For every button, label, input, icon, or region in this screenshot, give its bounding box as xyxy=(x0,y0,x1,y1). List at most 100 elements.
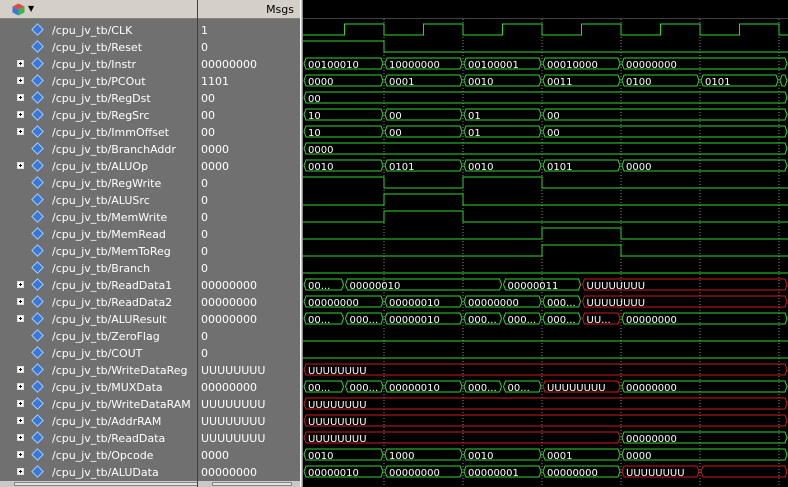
signal-value-row: 1101 xyxy=(198,73,300,90)
bus-segment-label: 0010 xyxy=(468,162,493,173)
expand-plus-icon[interactable] xyxy=(17,162,24,169)
bus-segment-label: 00 xyxy=(547,111,560,122)
signal-diamond-icon xyxy=(31,159,44,172)
signal-value-row: 0 xyxy=(198,192,300,209)
signal-value-row: 00000000 xyxy=(198,311,300,328)
signal-row[interactable]: /cpu_jv_tb/ALUData xyxy=(0,464,197,481)
expand-plus-icon[interactable] xyxy=(17,383,24,390)
expand-plus-icon[interactable] xyxy=(17,298,24,305)
signal-diamond-icon xyxy=(31,210,44,223)
chevron-down-icon[interactable]: ▼ xyxy=(28,4,34,13)
signal-row[interactable]: /cpu_jv_tb/CLK xyxy=(0,22,197,39)
bus-segment-label: 00000010 xyxy=(389,383,440,394)
signal-diamond-icon xyxy=(31,176,44,189)
bus-segment-label: 0010 xyxy=(468,77,493,88)
signal-value-row: 00 xyxy=(198,90,300,107)
bus-segment-label: UUUUUUUU xyxy=(587,298,646,309)
signal-row[interactable]: /cpu_jv_tb/ReadData2 xyxy=(0,294,197,311)
bus-segment-label: 10 xyxy=(308,111,321,122)
signal-value-row: 0 xyxy=(198,243,300,260)
signal-row[interactable]: /cpu_jv_tb/WriteDataReg xyxy=(0,362,197,379)
scrollbar-thumb[interactable] xyxy=(212,482,292,486)
expand-plus-icon[interactable] xyxy=(17,60,24,67)
signal-row[interactable]: /cpu_jv_tb/ALUOp xyxy=(0,158,197,175)
signal-row[interactable]: /cpu_jv_tb/RegWrite xyxy=(0,175,197,192)
expand-plus-icon[interactable] xyxy=(17,111,24,118)
bus-segment-label: 0000 xyxy=(626,451,651,462)
bus-segment xyxy=(542,125,788,138)
bus-segment-label: UUUUUUUU xyxy=(547,383,606,394)
bus-segment-label: 00... xyxy=(308,383,330,394)
expand-plus-icon[interactable] xyxy=(17,400,24,407)
signal-value: 1101 xyxy=(201,75,229,88)
signal-value: UUUUUUUU xyxy=(201,364,266,377)
signal-row[interactable]: /cpu_jv_tb/AddrRAM xyxy=(0,413,197,430)
bus-segment xyxy=(303,91,788,104)
bus-segment-label: 0010 xyxy=(308,451,333,462)
signal-name: /cpu_jv_tb/ReadData xyxy=(52,432,166,445)
signal-name: /cpu_jv_tb/ReadData2 xyxy=(52,296,173,309)
signal-row[interactable]: /cpu_jv_tb/RegSrc xyxy=(0,107,197,124)
expand-plus-icon[interactable] xyxy=(17,94,24,101)
signal-row[interactable]: /cpu_jv_tb/ALUResult xyxy=(0,311,197,328)
expand-plus-icon[interactable] xyxy=(17,434,24,441)
bus-segment-label: 00 xyxy=(547,128,560,139)
signal-row[interactable]: /cpu_jv_tb/BranchAddr xyxy=(0,141,197,158)
scrollbar-thumb[interactable] xyxy=(14,482,197,486)
expand-plus-icon[interactable] xyxy=(17,417,24,424)
signal-row[interactable]: /cpu_jv_tb/COUT xyxy=(0,345,197,362)
signal-diamond-icon xyxy=(31,431,44,444)
signal-row[interactable]: /cpu_jv_tb/RegDst xyxy=(0,90,197,107)
expand-plus-icon[interactable] xyxy=(17,77,24,84)
bus-segment-label: 00000010 xyxy=(389,315,440,326)
names-scrollbar[interactable] xyxy=(0,481,197,487)
signal-row[interactable]: /cpu_jv_tb/ALUSrc xyxy=(0,192,197,209)
signal-value-row: 0 xyxy=(198,260,300,277)
signal-row[interactable]: /cpu_jv_tb/Branch xyxy=(0,260,197,277)
expand-plus-icon[interactable] xyxy=(17,468,24,475)
bus-segment xyxy=(303,363,788,376)
signal-row[interactable]: /cpu_jv_tb/PCOut xyxy=(0,73,197,90)
signal-row[interactable]: /cpu_jv_tb/MemToReg xyxy=(0,243,197,260)
bus-segment-label: 0100 xyxy=(626,77,651,88)
signal-value-row: 0 xyxy=(198,328,300,345)
expand-plus-icon[interactable] xyxy=(17,315,24,322)
signal-diamond-icon xyxy=(31,295,44,308)
signal-diamond-icon xyxy=(31,74,44,87)
signal-value: 0 xyxy=(201,228,208,241)
bus-segment-label: 0101 xyxy=(389,162,414,173)
signal-row[interactable]: /cpu_jv_tb/MUXData xyxy=(0,379,197,396)
values-header: Msgs xyxy=(198,0,300,19)
signal-row[interactable]: /cpu_jv_tb/Opcode xyxy=(0,447,197,464)
bus-segment-label: 0011 xyxy=(547,77,572,88)
signal-row[interactable]: /cpu_jv_tb/MemWrite xyxy=(0,209,197,226)
signal-row[interactable]: /cpu_jv_tb/WriteDataRAM xyxy=(0,396,197,413)
signal-diamond-icon xyxy=(31,363,44,376)
bus-segment-label: 00000010 xyxy=(308,468,359,479)
signal-name: /cpu_jv_tb/BranchAddr xyxy=(52,143,176,156)
wave-cube-icon[interactable] xyxy=(12,3,25,16)
values-scrollbar[interactable] xyxy=(198,481,300,487)
signal-row[interactable]: /cpu_jv_tb/ReadData xyxy=(0,430,197,447)
signal-row[interactable]: /cpu_jv_tb/MemRead xyxy=(0,226,197,243)
signal-name: /cpu_jv_tb/ALUSrc xyxy=(52,194,150,207)
signal-row[interactable]: /cpu_jv_tb/ImmOffset xyxy=(0,124,197,141)
bus-segment-label: 00000010 xyxy=(389,298,440,309)
expand-plus-icon[interactable] xyxy=(17,451,24,458)
bus-segment-label: 00000000 xyxy=(468,298,519,309)
bus-segment-label: 00000011 xyxy=(508,281,559,292)
expand-plus-icon[interactable] xyxy=(17,366,24,373)
signal-row[interactable]: /cpu_jv_tb/Reset xyxy=(0,39,197,56)
bus-segment xyxy=(542,108,788,121)
expand-plus-icon[interactable] xyxy=(17,128,24,135)
bus-segment-label: 00000000 xyxy=(626,315,677,326)
signal-value-row: UUUUUUUU xyxy=(198,413,300,430)
signal-row[interactable]: /cpu_jv_tb/Instr xyxy=(0,56,197,73)
signal-values-pane: Msgs 1 0 00000000 1101 00 00 00 0000 0000 0 0 0 0 0 0 0… xyxy=(198,0,301,487)
signal-row[interactable]: /cpu_jv_tb/ZeroFlag xyxy=(0,328,197,345)
waveform-pane[interactable]: 00100010 10000000 00100001 00010000 00000000… xyxy=(303,0,788,487)
expand-plus-icon[interactable] xyxy=(17,281,24,288)
bus-segment-label: 01 xyxy=(468,111,481,122)
waveform-canvas[interactable]: 00100010 10000000 00100001 00010000 00000000… xyxy=(303,0,788,487)
signal-row[interactable]: /cpu_jv_tb/ReadData1 xyxy=(0,277,197,294)
